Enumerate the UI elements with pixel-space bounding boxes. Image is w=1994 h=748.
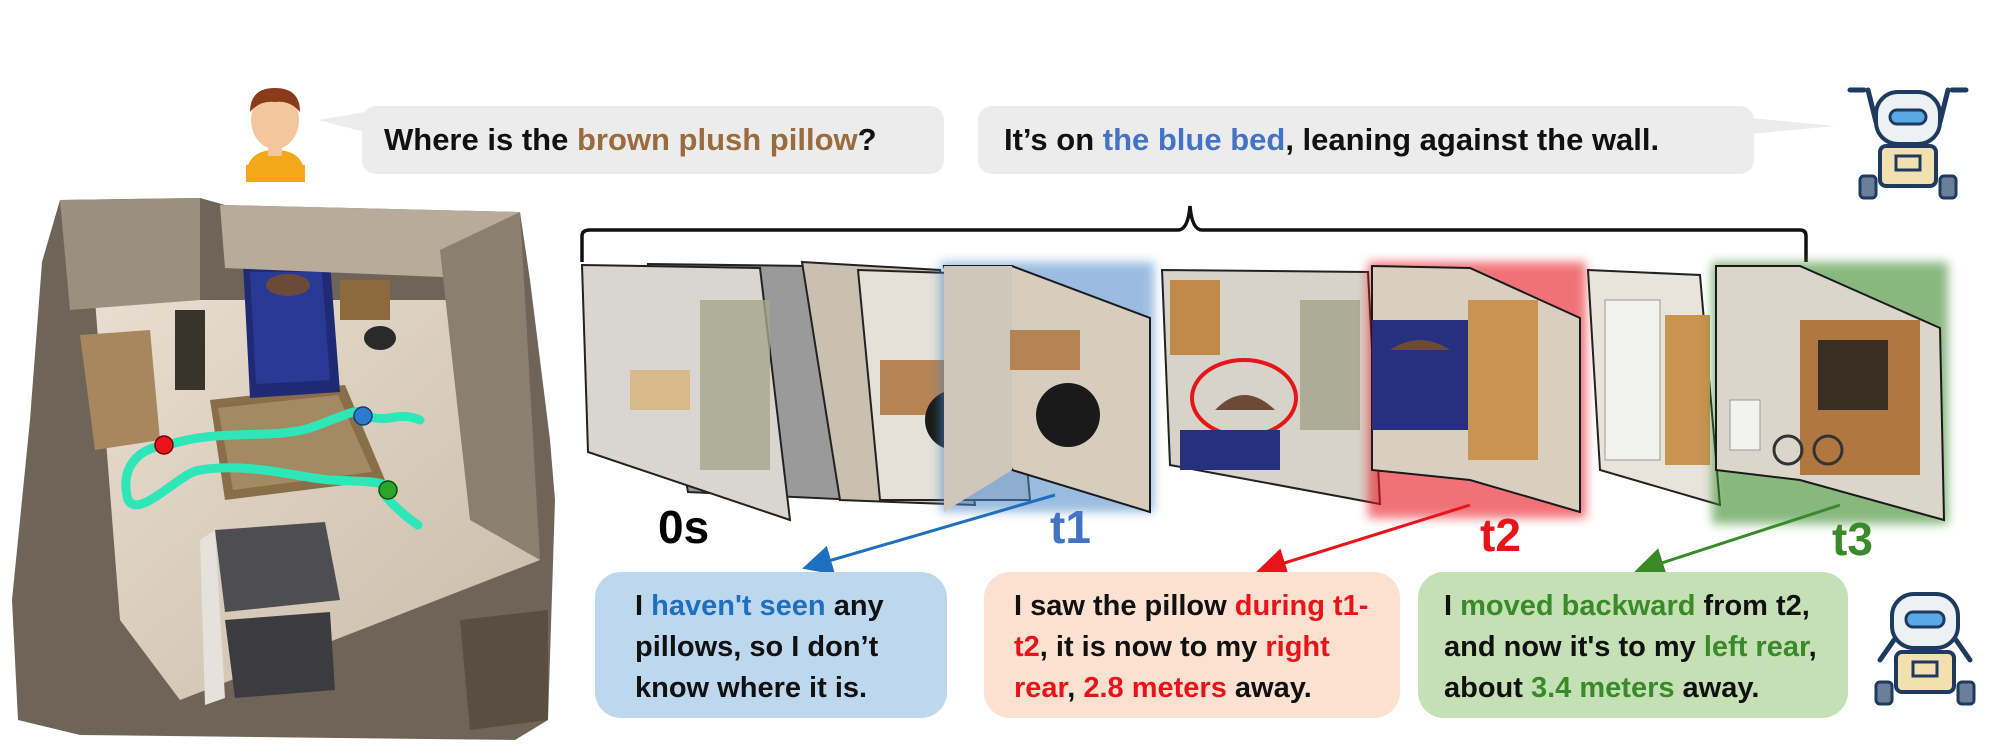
response-suffix: , leaning against the wall. [1285,122,1660,157]
robot-icon-bottom [1874,592,1976,706]
room-scan-image [12,198,555,740]
user-avatar-icon [246,88,305,182]
answer-2-part-5: 3.4 meters [1531,672,1675,704]
arrow-t1 [802,493,1056,575]
response-highlight: the blue bed [1102,122,1286,157]
answer-2-part-6: away. [1674,672,1760,704]
answer-0-part-0: I [635,590,652,622]
time-label-0s: 0s [658,501,710,553]
answer-box-0s: I haven't seen any pillows, so I don’t k… [595,572,947,718]
timeline-brace [580,205,1808,262]
answer-1-part-4: , [1067,672,1084,704]
answer-box-t3: I moved backward from t2, and now it's t… [1418,572,1848,718]
time-label-t1: t1 [1050,501,1091,553]
answer-2-part-0: I [1444,590,1461,622]
answer-2-part-3: left rear [1703,631,1809,663]
answer-1-part-5: 2.8 meters [1083,672,1227,704]
arrow-t2 [1256,503,1471,578]
time-label-t3: t3 [1832,513,1873,565]
question-suffix: ? [857,122,877,157]
answer-2-part-1: moved backward [1460,590,1696,622]
answer-box-t2: I saw the pillow during t1-t2, it is now… [984,572,1400,718]
answer-1-part-2: , it is now to my [1039,631,1266,663]
answer-bubble-tail [1750,118,1835,134]
response-bubble: It’s on the blue bed , leaning against t… [978,106,1754,174]
video-frame-stack [580,260,1948,524]
response-prefix: It’s on [1004,122,1103,157]
answer-1-part-0: I saw the pillow [1014,590,1235,622]
question-bubble: Where is the brown plush pillow ? [362,106,944,174]
time-label-t2: t2 [1480,509,1521,561]
answer-0-part-1: haven't seen [651,590,826,622]
question-highlight: brown plush pillow [576,122,858,157]
answer-1-part-6: away. [1226,672,1312,704]
robot-icon [1847,87,1969,200]
question-bubble-tail [318,112,365,132]
question-prefix: Where is the [384,122,577,157]
